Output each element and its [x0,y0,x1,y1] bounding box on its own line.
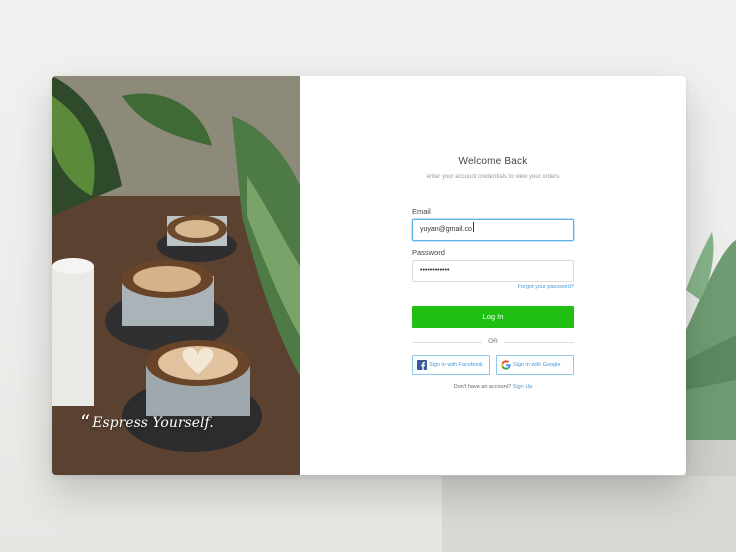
no-account-text: Don't have an account? [453,384,512,390]
facebook-signin-label: Sign in with Facebook [429,362,483,368]
photo-quote: “Espress Yourself. [80,410,214,434]
coffee-photo: “Espress Yourself. [52,76,300,475]
password-field[interactable]: •••••••••••• [412,260,574,282]
signup-link[interactable]: Sign Up [513,384,533,390]
forgot-password-link[interactable]: Forgot your password? [412,284,574,290]
facebook-icon [417,360,427,370]
email-label: Email [412,207,431,216]
or-divider: OR [412,336,574,348]
login-button[interactable]: Log In [412,306,574,328]
page-subtitle: enter your account credentials to view y… [426,174,560,180]
text-caret [472,222,474,232]
password-value: •••••••••••• [420,267,450,274]
google-icon [501,360,511,370]
email-value: yuyan@gmail.co [420,226,472,233]
login-card: “Espress Yourself. Welcome Back enter yo… [52,76,686,475]
password-label: Password [412,248,445,257]
divider-line-right [504,342,574,343]
google-signin-label: Sign in with Google [513,362,561,368]
google-signin-button[interactable]: Sign in with Google [496,355,574,375]
signup-prompt: Don't have an account? Sign Up [300,384,686,390]
email-field[interactable]: yuyan@gmail.co [412,219,574,241]
quote-mark-icon: “ [80,410,91,434]
login-form: Welcome Back enter your account credenti… [300,76,686,475]
page-title: Welcome Back [458,156,528,167]
facebook-signin-button[interactable]: Sign in with Facebook [412,355,490,375]
